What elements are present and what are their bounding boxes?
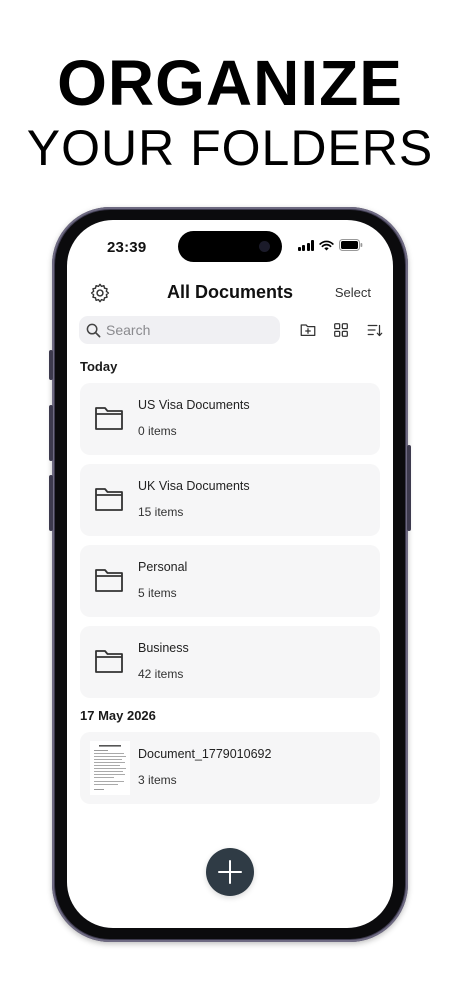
folder-item[interactable]: Personal 5 items (80, 545, 380, 617)
phone-screen: 23:39 All Documents Select Search Today … (67, 220, 393, 928)
grid-view-icon[interactable] (332, 321, 350, 339)
folder-item-count: 15 items (138, 505, 184, 519)
search-icon (86, 323, 101, 337)
folder-icon (95, 488, 123, 511)
folder-name: UK Visa Documents (138, 479, 250, 493)
plus-icon (218, 860, 242, 884)
folder-icon (95, 650, 123, 673)
dynamic-island (178, 231, 282, 262)
folder-item[interactable]: Business 42 items (80, 626, 380, 698)
search-bar[interactable] (79, 316, 280, 344)
folder-name: Business (138, 641, 189, 655)
headline-line-1: ORGANIZE (57, 47, 403, 119)
folder-name: Personal (138, 560, 188, 574)
folder-item[interactable]: US Visa Documents 0 items (80, 383, 380, 455)
document-thumbnail (90, 741, 130, 795)
document-item[interactable]: Document_1779010692 3 items (80, 732, 380, 804)
battery-icon (339, 239, 363, 251)
search-input[interactable] (106, 322, 276, 338)
folder-icon (95, 407, 123, 430)
gear-icon[interactable] (89, 282, 111, 304)
folder-name: US Visa Documents (138, 398, 250, 412)
folder-item[interactable]: UK Visa Documents 15 items (80, 464, 380, 536)
headline-line-2: YOUR FOLDERS (26, 120, 434, 176)
new-folder-icon[interactable] (299, 321, 317, 339)
phone-action-button (49, 350, 53, 380)
document-name: Document_1779010692 (138, 747, 272, 761)
phone-volume-up-button (49, 405, 53, 461)
wifi-icon (319, 240, 334, 250)
sort-icon[interactable] (366, 321, 384, 339)
folder-item-count: 5 items (138, 586, 177, 600)
folder-item-count: 42 items (138, 667, 184, 681)
page-title: All Documents (166, 282, 294, 302)
cellular-signal-icon (297, 239, 314, 251)
section-label-date: 17 May 2026 (80, 708, 156, 723)
status-icons (297, 239, 364, 251)
folder-item-count: 0 items (138, 424, 177, 438)
camera-icon (259, 241, 270, 252)
document-item-count: 3 items (138, 773, 177, 787)
section-label-today: Today (80, 359, 118, 374)
status-time: 23:39 (107, 239, 147, 256)
select-button[interactable]: Select (335, 285, 371, 300)
phone-power-button (407, 445, 411, 531)
folder-icon (95, 569, 123, 592)
phone-volume-down-button (49, 475, 53, 531)
add-button[interactable] (206, 848, 254, 896)
